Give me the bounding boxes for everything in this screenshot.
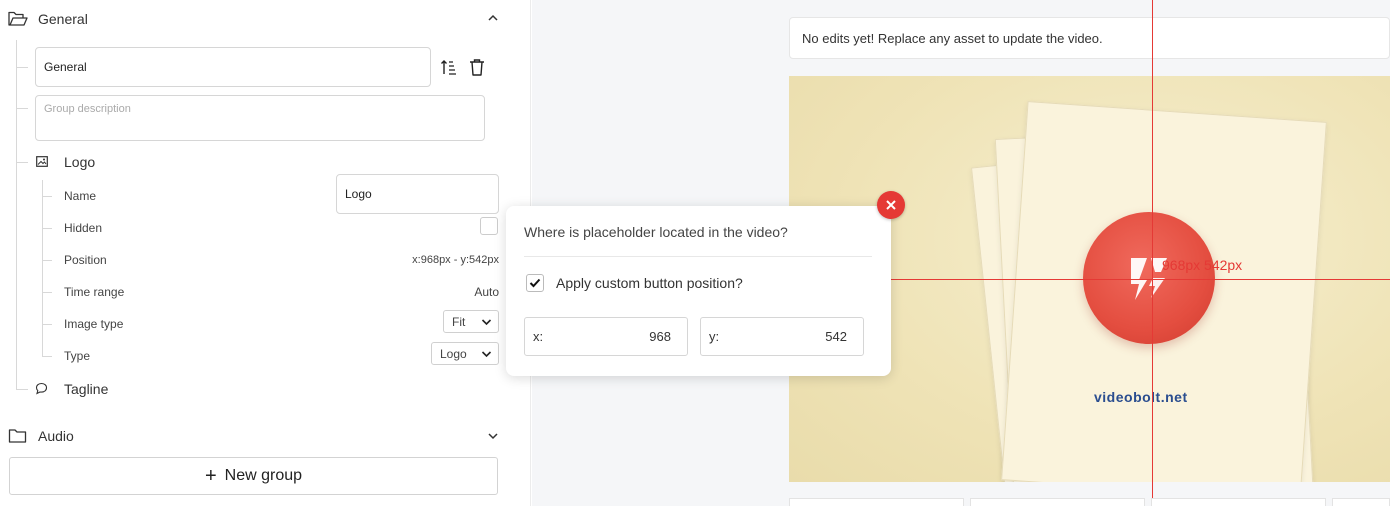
tree-line-branch (16, 108, 28, 109)
trash-icon[interactable] (469, 58, 485, 76)
position-popup: Where is placeholder located in the vide… (506, 206, 891, 376)
chevron-down-icon (481, 319, 492, 326)
position-value[interactable]: x:968px - y:542px (380, 254, 499, 266)
group-name-input[interactable]: General (35, 47, 431, 87)
group-name-value: General (44, 60, 87, 74)
tree-line-branch (42, 292, 52, 293)
plus-icon: + (204, 465, 217, 487)
image-icon (36, 156, 48, 167)
tree-line-branch (42, 228, 52, 229)
tree-line-branch (16, 389, 28, 390)
tree-line-branch (16, 67, 28, 68)
group-description-input[interactable]: Group description (35, 95, 485, 141)
crosshair-horizontal (885, 279, 1390, 280)
layer-title-logo[interactable]: Logo (64, 154, 95, 170)
type-value: Logo (440, 346, 467, 361)
properties-panel: General General Group description Logo N… (0, 0, 531, 506)
group-title-audio: Audio (38, 428, 74, 444)
tree-line-branch (42, 260, 52, 261)
type-label: Type (64, 349, 91, 363)
position-label: Position (64, 253, 107, 267)
custom-position-label: Apply custom button position? (556, 275, 743, 291)
tree-line-logo (42, 180, 43, 356)
edit-notice-text: No edits yet! Replace any asset to updat… (802, 30, 1103, 46)
type-select[interactable]: Logo (431, 342, 499, 365)
logo-placeholder[interactable] (1083, 212, 1215, 344)
image-type-label: Image type (64, 317, 124, 331)
name-label: Name (64, 189, 97, 203)
group-title-general: General (38, 11, 88, 27)
layer-name-value: Logo (345, 187, 372, 201)
tree-line-general (16, 40, 17, 390)
thumbnail-strip-item[interactable] (1332, 498, 1390, 506)
group-description-placeholder: Group description (44, 103, 131, 115)
close-popup-button[interactable] (877, 191, 905, 219)
new-group-label: New group (224, 467, 303, 484)
thumbnail-strip-item[interactable] (1151, 498, 1326, 506)
thumbnail-strip-item[interactable] (970, 498, 1145, 506)
y-value: 542 (825, 329, 847, 344)
x-position-input[interactable]: x: 968 (524, 317, 688, 356)
close-icon (886, 200, 896, 210)
chevron-down-icon (481, 351, 492, 358)
custom-position-checkbox[interactable] (526, 274, 544, 292)
thumbnail-strip-item[interactable] (789, 498, 964, 506)
layer-name-input[interactable]: Logo (336, 174, 499, 214)
tree-line-branch (42, 324, 52, 325)
tree-line-branch (42, 196, 52, 197)
popup-divider (524, 256, 872, 257)
chevron-up-icon[interactable] (488, 14, 498, 22)
sort-icon[interactable] (440, 58, 458, 76)
tree-line-branch (42, 356, 52, 357)
checkmark-icon (529, 278, 541, 288)
popup-title: Where is placeholder located in the vide… (524, 224, 788, 240)
image-type-select[interactable]: Fit (443, 310, 499, 333)
y-label: y: (709, 329, 720, 344)
folder-open-icon (8, 11, 28, 26)
brand-watermark: videobolt.net (1094, 389, 1188, 405)
time-range-label: Time range (64, 285, 125, 299)
image-type-value: Fit (452, 314, 466, 329)
crosshair-vertical (1152, 0, 1153, 506)
y-position-input[interactable]: y: 542 (700, 317, 864, 356)
tree-line-branch (16, 162, 28, 163)
hidden-checkbox[interactable] (480, 217, 498, 235)
chevron-down-icon[interactable] (488, 432, 498, 440)
group-header-general[interactable]: General (8, 8, 88, 30)
edit-notice: No edits yet! Replace any asset to updat… (789, 17, 1390, 59)
crosshair-coordinates: 968px 542px (1162, 257, 1243, 273)
folder-icon (8, 429, 27, 443)
time-range-value[interactable]: Auto (420, 285, 499, 299)
x-label: x: (533, 329, 544, 344)
group-header-audio[interactable]: Audio (8, 425, 74, 447)
x-value: 968 (649, 329, 671, 344)
speech-bubble-icon (35, 382, 48, 395)
hidden-label: Hidden (64, 221, 103, 235)
new-group-button[interactable]: + New group (9, 457, 498, 495)
layer-title-tagline[interactable]: Tagline (64, 381, 108, 397)
